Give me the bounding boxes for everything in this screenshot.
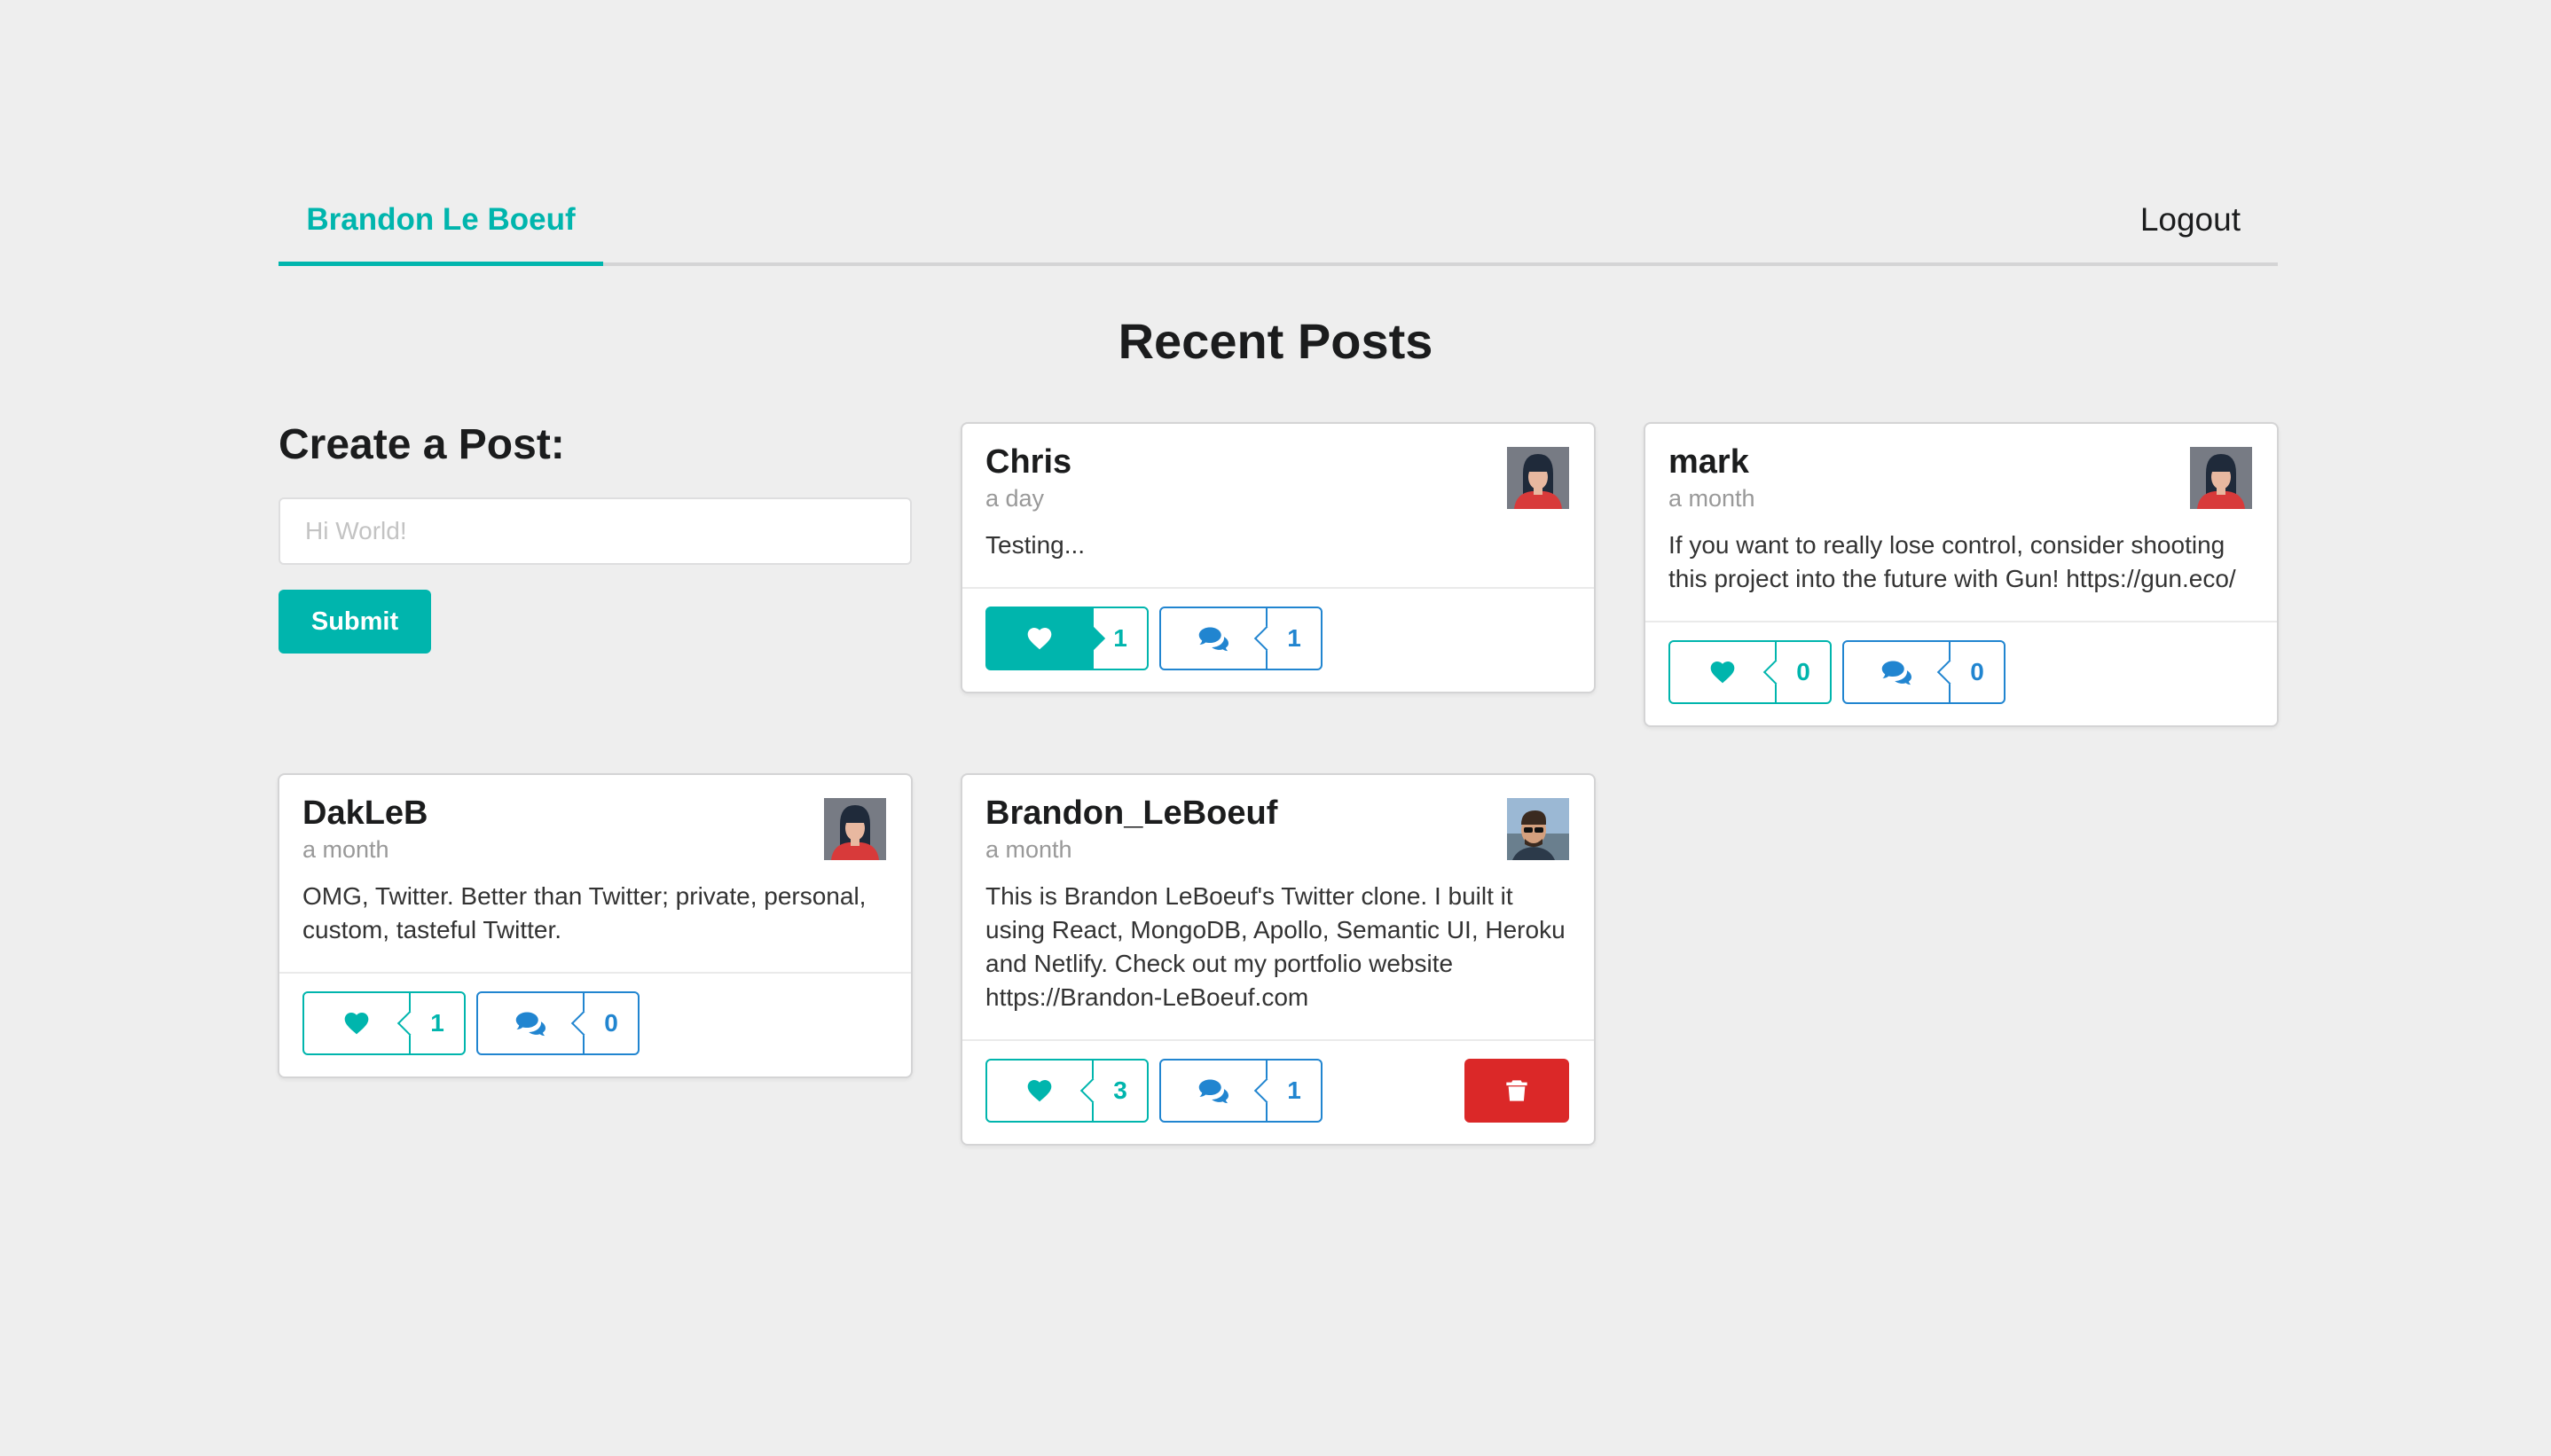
post-card[interactable]: mark a month If you want to really lose … [1644,422,2279,727]
post-time[interactable]: a day [985,485,1571,513]
avatar [1507,447,1569,509]
like-count: 1 [409,991,466,1055]
post-card[interactable]: DakLeB a month OMG, Twitter. Better than… [278,773,913,1078]
delete-button[interactable] [1464,1059,1569,1123]
post-actions: 1 1 [962,587,1594,692]
comments-icon [1197,625,1229,652]
create-post-form: Create a Post: Submit [279,420,912,654]
like-button[interactable]: 0 [1668,640,1832,704]
post-body: If you want to really lose control, cons… [1668,531,2236,592]
post-body: OMG, Twitter. Better than Twitter; priva… [302,882,867,943]
comments-icon [1197,1077,1229,1104]
post-card[interactable]: Chris a day Testing... 1 1 [961,422,1596,693]
post-username: Brandon_LeBoeuf [985,795,1278,832]
comment-count: 1 [1266,607,1323,670]
logout-link[interactable]: Logout [2140,177,2241,262]
like-count: 0 [1775,640,1832,704]
post-actions: 0 0 [1645,621,2277,725]
heart-icon [342,1009,371,1037]
like-count: 3 [1092,1059,1149,1123]
post-username: mark [1668,443,1749,481]
comment-count: 0 [1949,640,2005,704]
post-body: Testing... [985,531,1086,559]
comment-count: 0 [583,991,640,1055]
comment-button[interactable]: 0 [476,991,640,1055]
post-username: DakLeB [302,795,428,832]
top-menu: Brandon Le Boeuf Logout [279,177,2278,266]
avatar [1507,798,1569,860]
comment-count: 1 [1266,1059,1323,1123]
comments-icon [1880,659,1912,685]
post-time[interactable]: a month [302,836,888,864]
post-actions: 3 1 [962,1039,1594,1144]
trash-icon [1504,1077,1529,1104]
like-button[interactable]: 1 [985,607,1149,670]
avatar [2190,447,2252,509]
post-body-input[interactable] [279,497,912,565]
post-time[interactable]: a month [985,836,1571,864]
like-button[interactable]: 3 [985,1059,1149,1123]
heart-icon [1025,1076,1054,1105]
submit-button[interactable]: Submit [279,590,431,654]
comment-button[interactable]: 0 [1842,640,2005,704]
post-body: This is Brandon LeBoeuf's Twitter clone.… [985,882,1566,1011]
page-title: Recent Posts [1118,313,1433,369]
post-username: Chris [985,443,1072,481]
avatar [824,798,886,860]
comment-button[interactable]: 1 [1159,607,1323,670]
like-button[interactable]: 1 [302,991,466,1055]
post-actions: 1 0 [279,972,911,1076]
comments-icon [514,1010,546,1037]
like-count: 1 [1092,607,1149,670]
comment-button[interactable]: 1 [1159,1059,1323,1123]
heart-icon [1025,624,1054,653]
post-card[interactable]: Brandon_LeBoeuf a month This is Brandon … [961,773,1596,1146]
menu-item-home[interactable]: Brandon Le Boeuf [279,177,603,266]
heart-icon [1708,658,1737,686]
create-post-title: Create a Post: [279,421,565,468]
post-time[interactable]: a month [1668,485,2254,513]
